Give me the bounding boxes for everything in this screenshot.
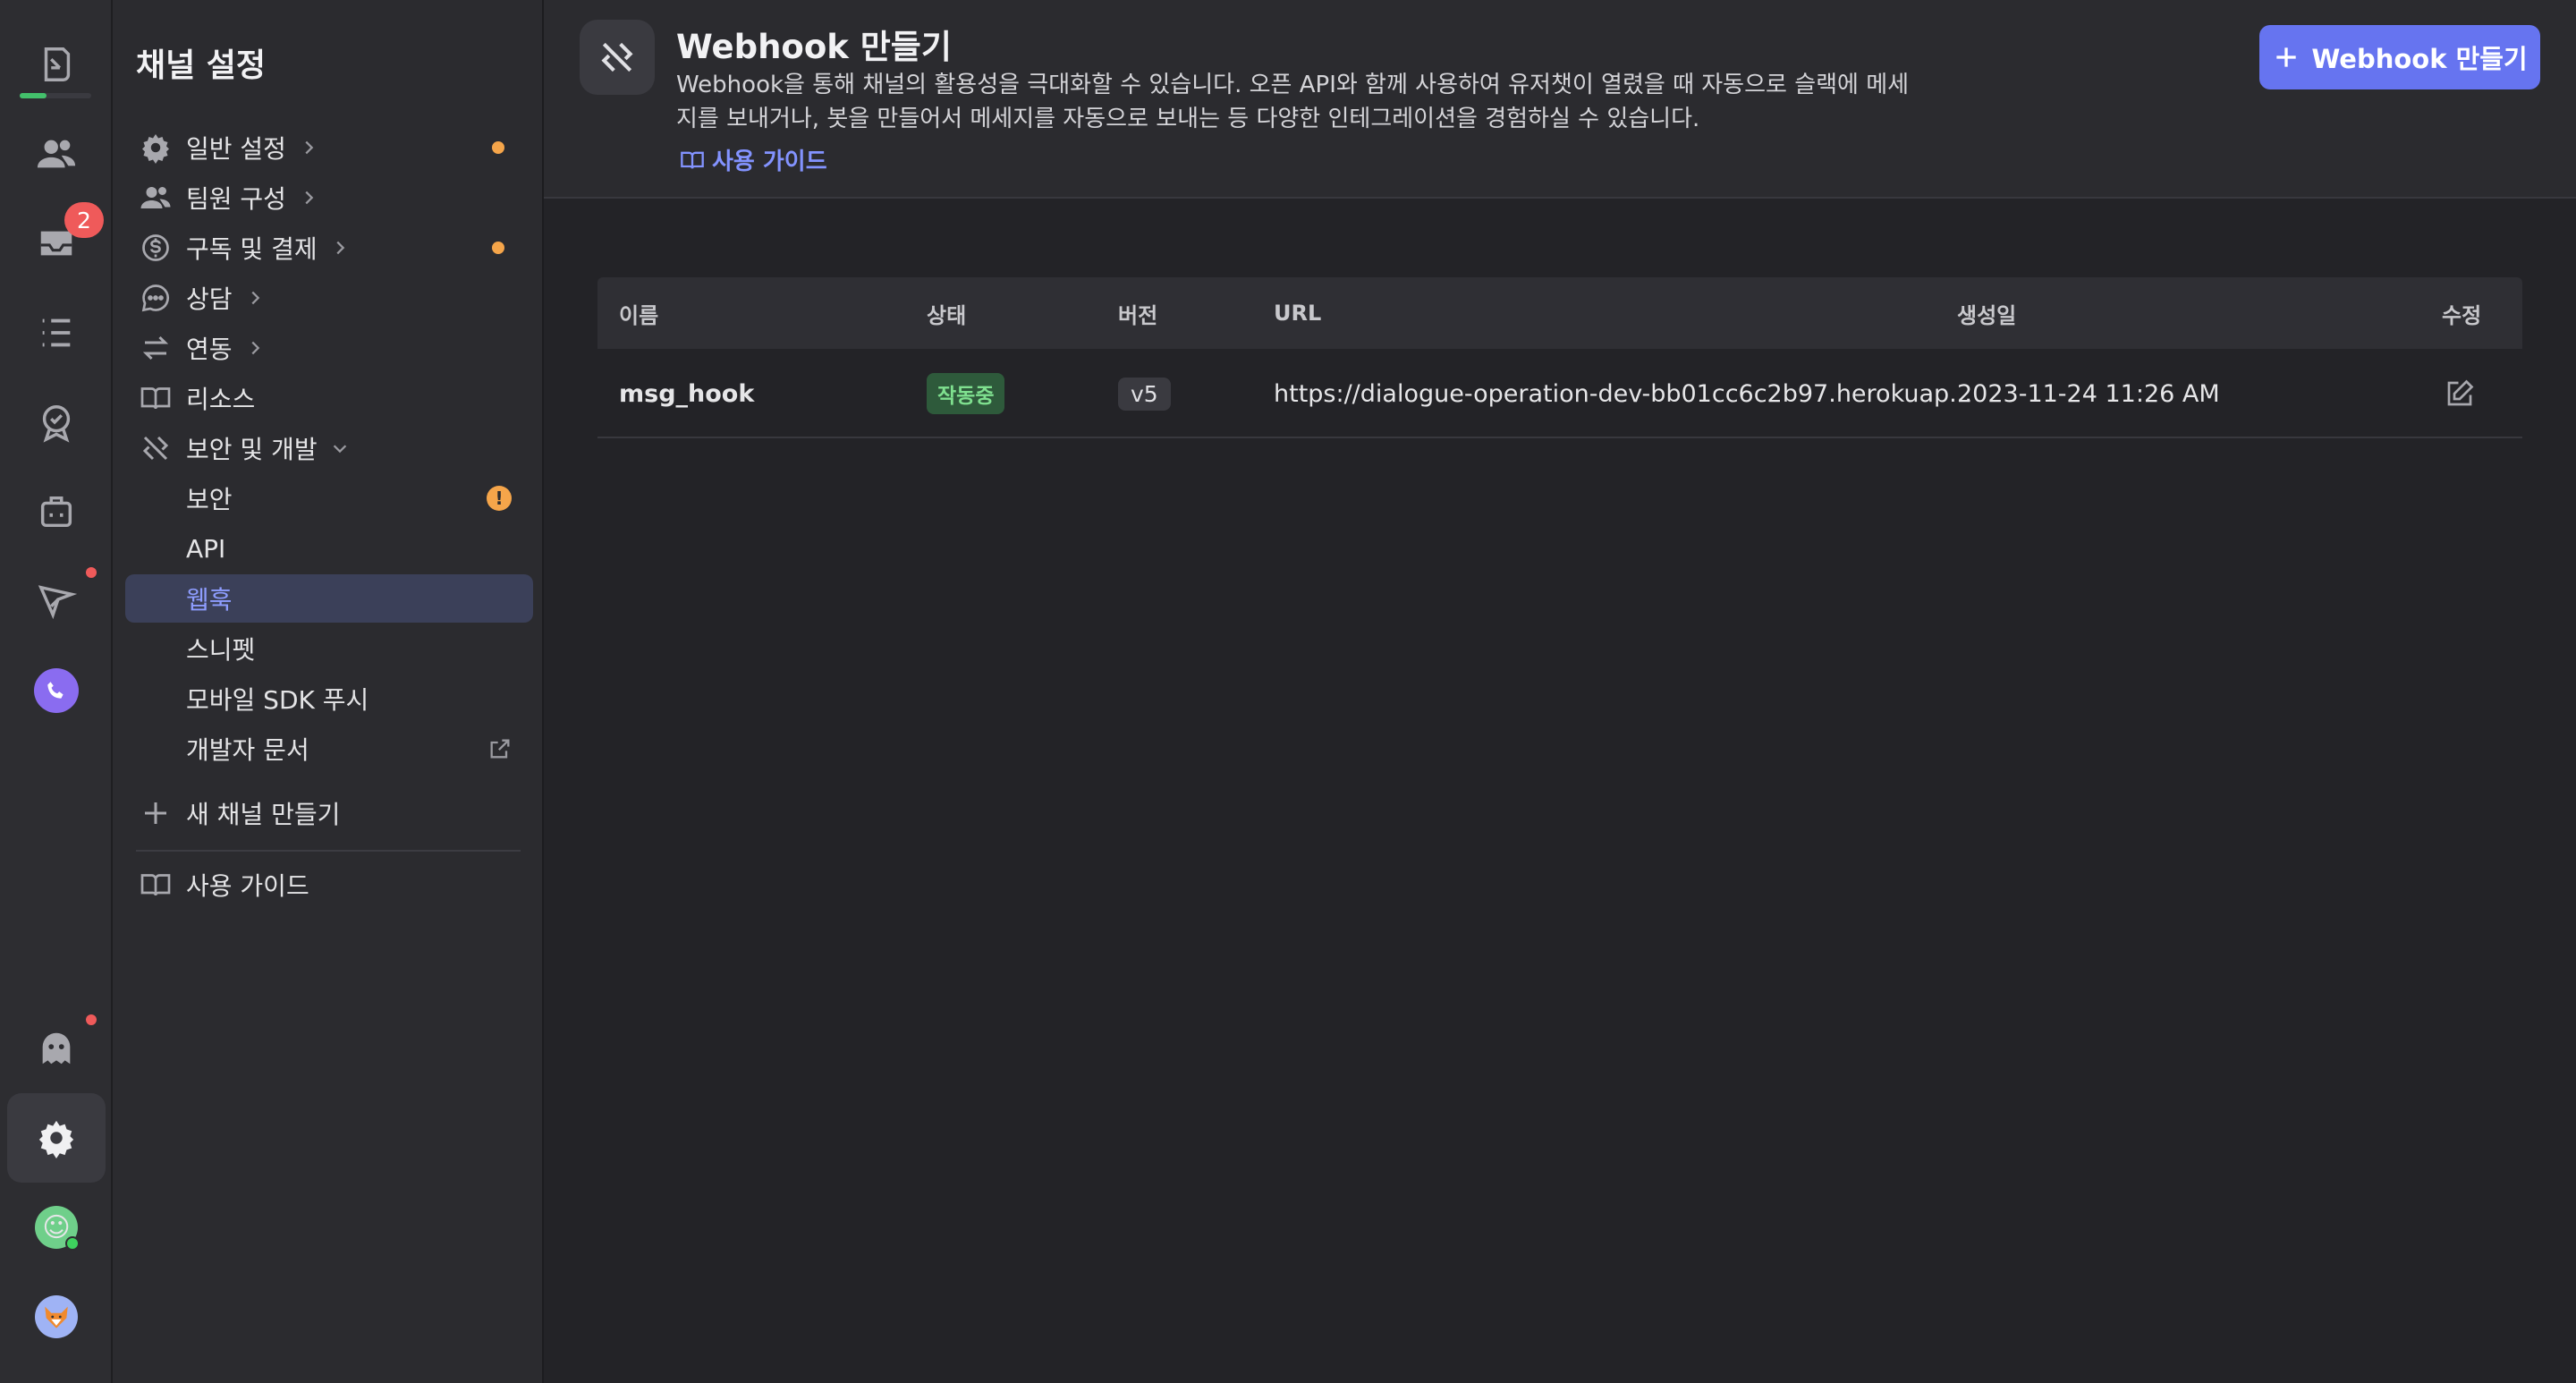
version-badge: v5 <box>1118 377 1171 411</box>
plus-icon <box>131 797 181 829</box>
book-icon <box>681 151 704 169</box>
new-channel-button[interactable]: 새 채널 만들기 <box>125 789 533 837</box>
user-avatar[interactable]: ☺ <box>7 1183 106 1272</box>
chevron-right-icon <box>245 338 265 358</box>
sidebar-subitem-dev-docs[interactable]: 개발자 문서 <box>125 725 533 773</box>
column-header-url: URL <box>1274 301 1322 326</box>
sidebar-item-team[interactable]: 팀원 구성 <box>125 174 533 222</box>
swap-icon <box>131 332 181 364</box>
column-header-status: 상태 <box>927 302 967 328</box>
table-row[interactable]: msg_hook 작동중 v5 https://dialogue-operati… <box>597 349 2522 438</box>
sidebar-item-label: 리소스 <box>186 385 256 414</box>
sidebar-item-integration[interactable]: 연동 <box>125 324 533 372</box>
sidebar-guide-link[interactable]: 사용 가이드 <box>125 861 533 909</box>
tools-icon <box>580 20 655 95</box>
column-header-name: 이름 <box>619 302 659 328</box>
table-header: 이름 상태 버전 URL 생성일 수정 <box>597 277 2522 349</box>
create-webhook-label: Webhook 만들기 <box>2311 44 2528 74</box>
phone-icon[interactable] <box>7 646 106 735</box>
sidebar-item-label: 모바일 SDK 푸시 <box>186 685 369 715</box>
notification-dot <box>492 141 504 154</box>
column-header-created: 생성일 <box>1957 302 2017 328</box>
sidebar-subitem-snippet[interactable]: 스니펫 <box>125 624 533 673</box>
external-link-icon <box>487 735 513 762</box>
column-header-version: 버전 <box>1118 302 1158 328</box>
guide-label: 사용 가이드 <box>186 871 309 901</box>
created-date: 2023-11-24 11:26 AM <box>1957 379 2220 408</box>
notification-dot <box>492 242 504 254</box>
ghost-notification-dot <box>86 1014 97 1025</box>
chevron-right-icon <box>330 238 350 258</box>
version-cell: v5 <box>1118 349 1171 438</box>
sidebar-subitem-mobile-sdk-push[interactable]: 모바일 SDK 푸시 <box>125 675 533 723</box>
list-icon[interactable] <box>7 288 106 378</box>
sidebar-subitem-api[interactable]: API <box>125 524 533 573</box>
sidebar-item-label: 일반 설정 <box>186 134 286 164</box>
sidebar-item-label: 연동 <box>186 335 233 364</box>
page-title: Webhook 만들기 <box>676 28 952 66</box>
chevron-right-icon <box>245 288 265 308</box>
book-icon <box>131 869 181 901</box>
sidebar-subitem-webhook[interactable]: 웹훅 <box>125 574 533 623</box>
sidebar-item-label: 팀원 구성 <box>186 184 286 214</box>
edit-icon <box>2447 379 2474 406</box>
people-icon[interactable] <box>7 109 106 199</box>
sidebar-item-label: 보안 <box>186 485 233 514</box>
inbox-badge: 2 <box>64 202 104 238</box>
page-description: Webhook을 통해 채널의 활용성을 극대화할 수 있습니다. 오픈 API… <box>676 72 1910 132</box>
sidebar-item-label: 보안 및 개발 <box>186 435 318 464</box>
usage-guide-link[interactable]: 사용 가이드 <box>680 143 827 176</box>
people-icon <box>131 182 181 214</box>
sidebar-subitem-security[interactable]: 보안 ! <box>125 474 533 522</box>
create-webhook-button[interactable]: Webhook 만들기 <box>2259 25 2540 89</box>
chevron-right-icon <box>299 138 318 157</box>
sidebar-item-label: 스니펫 <box>186 635 256 665</box>
sidebar-item-label: 개발자 문서 <box>186 735 309 765</box>
warning-icon: ! <box>487 486 512 511</box>
chat-icon <box>131 282 181 314</box>
webhook-table: 이름 상태 버전 URL 생성일 수정 msg_hook 작동중 v5 http… <box>597 277 2522 438</box>
gear-icon <box>131 132 181 164</box>
sidebar-item-consult[interactable]: 상담 <box>125 274 533 322</box>
send-notification-dot <box>86 567 97 578</box>
main-content: Webhook 만들기 Webhook을 통해 채널의 활용성을 극대화할 수 … <box>544 0 2576 1383</box>
dollar-icon <box>131 232 181 264</box>
page-header: Webhook 만들기 Webhook을 통해 채널의 활용성을 극대화할 수 … <box>544 0 2576 199</box>
sidebar-item-general[interactable]: 일반 설정 <box>125 123 533 172</box>
webhook-url: https://dialogue-operation-dev-bb01cc6c2… <box>1274 379 1972 408</box>
chevron-down-icon <box>330 438 350 458</box>
sidebar-item-label: 웹훅 <box>186 585 233 615</box>
app-rail: 2 ☺ <box>0 0 113 1383</box>
settings-icon[interactable] <box>7 1093 106 1183</box>
edit-button[interactable] <box>2444 349 2476 438</box>
sidebar-item-label: API <box>186 533 226 564</box>
sidebar-item-resources[interactable]: 리소스 <box>125 374 533 422</box>
usage-guide-label: 사용 가이드 <box>712 148 827 175</box>
fox-avatar[interactable] <box>7 1272 106 1362</box>
sidebar-item-billing[interactable]: 구독 및 결제 <box>125 224 533 272</box>
sidebar-item-security-dev[interactable]: 보안 및 개발 <box>125 424 533 472</box>
bot-icon[interactable] <box>7 467 106 556</box>
sidebar-item-label: 구독 및 결제 <box>186 234 318 264</box>
settings-sidebar: 채널 설정 일반 설정 팀원 구성 구독 및 결제 상담 연동 리소스 보안 및… <box>113 0 544 1383</box>
sidebar-title: 채널 설정 <box>136 47 267 84</box>
new-channel-label: 새 채널 만들기 <box>186 800 341 829</box>
column-header-edit: 수정 <box>2442 302 2482 328</box>
status-cell: 작동중 <box>927 349 1005 438</box>
tools-icon <box>131 432 181 464</box>
sidebar-divider <box>136 850 521 852</box>
sidebar-item-label: 상담 <box>186 284 233 314</box>
book-icon <box>131 382 181 414</box>
webhook-name: msg_hook <box>619 379 755 408</box>
plus-icon <box>2276 47 2297 67</box>
badge-check-icon[interactable] <box>7 378 106 467</box>
status-badge: 작동중 <box>927 373 1005 414</box>
chevron-right-icon <box>299 188 318 208</box>
